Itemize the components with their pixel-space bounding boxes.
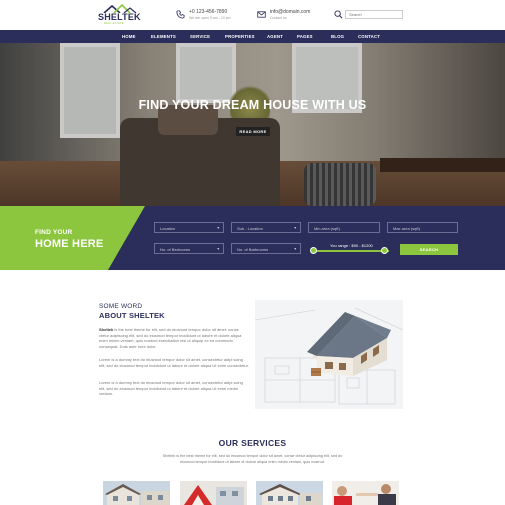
header-phone: +0 123-456-7890 We are open 9 am - 10 pm — [176, 8, 246, 22]
phone-hours: We are open 9 am - 10 pm — [189, 16, 231, 20]
service-card-image — [180, 481, 247, 505]
email-address[interactable]: info@domain.com — [270, 9, 310, 15]
service-card[interactable] — [180, 481, 247, 505]
min-area-input[interactable]: Min area (sqft) — [308, 222, 380, 233]
about-paragraph: Lorem is a dummy text do eiusmod tempor … — [99, 380, 243, 397]
min-area-placeholder: Min area (sqft) — [314, 226, 340, 231]
service-card[interactable] — [103, 481, 170, 505]
search-icon[interactable] — [334, 10, 343, 19]
phone-number[interactable]: +0 123-456-7890 — [189, 9, 227, 15]
hero-title: FIND YOUR DREAM HOUSE WITH US — [138, 98, 367, 112]
phone-icon — [176, 10, 185, 19]
header-email: info@domain.com Contact us — [257, 8, 327, 22]
chevron-down-icon: ▼ — [293, 226, 297, 230]
bathrooms-select[interactable]: No. of Bathrooms ▼ — [231, 243, 301, 254]
nav-service[interactable]: SERVICE — [190, 34, 210, 39]
location-select[interactable]: Location ▼ — [154, 222, 224, 233]
about-paragraph: Sheltek is the best theme for elit, sed … — [99, 327, 249, 349]
search-button[interactable]: SEARCH — [400, 244, 458, 255]
nav-contact[interactable]: CONTACT — [358, 34, 380, 39]
nav-properties[interactable]: PROPERTIES — [225, 34, 255, 39]
price-range-track[interactable] — [313, 250, 389, 252]
price-range-min-handle[interactable] — [310, 247, 317, 254]
max-area-placeholder: Max area (sqft) — [393, 226, 420, 231]
price-range-max-handle[interactable] — [380, 247, 388, 254]
sub-location-label: Sub - Location — [237, 226, 263, 231]
service-card-image — [256, 481, 323, 505]
bathrooms-label: No. of Bathrooms — [237, 247, 269, 252]
chevron-down-icon: ▼ — [216, 247, 220, 251]
service-card-image — [332, 481, 399, 505]
find-title-big: HOME HERE — [35, 238, 104, 250]
sub-location-select[interactable]: Sub - Location ▼ — [231, 222, 301, 233]
find-title-small: FIND YOUR — [35, 229, 73, 236]
price-range-label: You range : $90 - $1200 — [330, 243, 373, 248]
email-note: Contact us — [270, 16, 287, 20]
chevron-down-icon: ▼ — [293, 247, 297, 251]
bedrooms-select[interactable]: No. of Bedrooms ▼ — [154, 243, 224, 254]
read-more-button[interactable]: READ MORE — [236, 127, 270, 136]
service-card-image — [103, 481, 170, 505]
page: SHELTEK REAL ESTATE +0 123-456-7890 We a… — [0, 0, 505, 505]
services-description: Sheltek is the best theme for elit, sed … — [162, 454, 343, 458]
location-label: Location — [160, 226, 176, 231]
bedrooms-label: No. of Bedrooms — [160, 247, 191, 252]
nav-blog[interactable]: BLOG — [331, 34, 344, 39]
about-heading-small: SOME WORD — [99, 303, 143, 310]
services-title: OUR SERVICES — [218, 438, 287, 448]
search-input[interactable] — [345, 10, 403, 19]
services-description: eiusmod tempor incididunt ut labore et d… — [180, 460, 325, 464]
nav-home[interactable]: HOME — [122, 34, 136, 39]
about-paragraph: Lorem is a dummy text do eiusmod tempor … — [99, 357, 249, 368]
about-paragraph-text: is the best theme for elit, sed do eiusm… — [99, 327, 242, 349]
logo-tagline: REAL ESTATE — [104, 22, 124, 25]
hero-banner — [0, 43, 505, 206]
about-house-image — [255, 300, 403, 409]
service-card[interactable] — [332, 481, 399, 505]
about-brand-name: Sheltek — [99, 327, 114, 332]
house-on-blueprint-illustration — [255, 300, 403, 409]
nav-elements[interactable]: ELEMENTS — [151, 34, 176, 39]
about-heading-big: ABOUT SHELTEK — [99, 311, 165, 320]
mail-icon — [257, 11, 266, 18]
max-area-input[interactable]: Max area (sqft) — [387, 222, 458, 233]
logo-name: SHELTEK — [98, 12, 141, 22]
hero-overlay — [0, 43, 505, 206]
main-nav: HOME ELEMENTS SERVICE PROPERTIES AGENT P… — [0, 30, 505, 43]
chevron-down-icon: ▼ — [216, 226, 220, 230]
nav-pages[interactable]: PAGES — [297, 34, 313, 39]
find-home-panel: FIND YOUR HOME HERE — [0, 206, 505, 270]
service-card[interactable] — [256, 481, 323, 505]
logo[interactable]: SHELTEK REAL ESTATE — [98, 4, 141, 26]
header: SHELTEK REAL ESTATE +0 123-456-7890 We a… — [0, 0, 505, 30]
nav-agent[interactable]: AGENT — [267, 34, 283, 39]
